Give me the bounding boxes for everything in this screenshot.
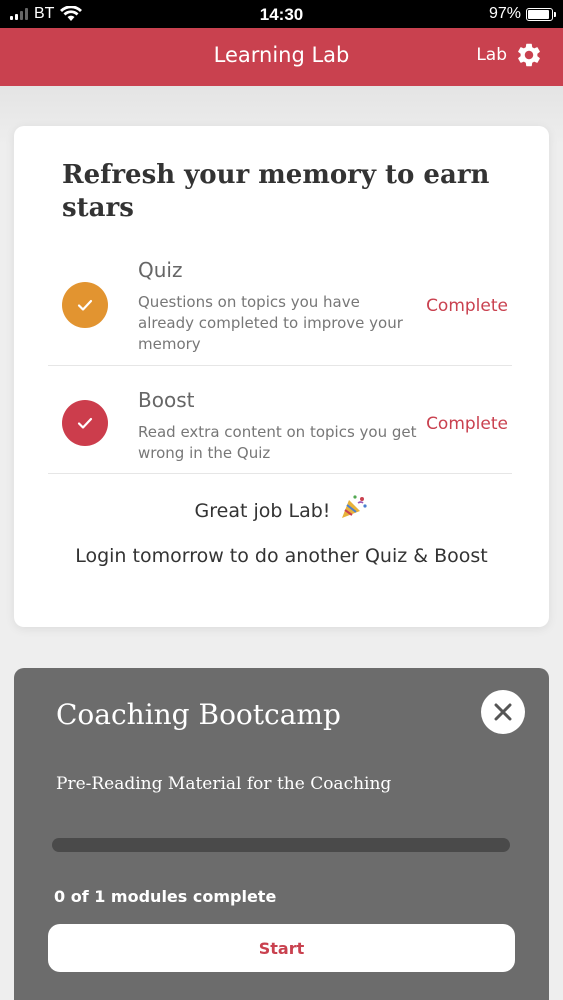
boost-description: Read extra content on topics you get wro…: [138, 423, 417, 462]
settings-button[interactable]: Lab: [476, 41, 543, 69]
quiz-check-icon: [62, 282, 108, 328]
status-right: 97%: [488, 5, 556, 23]
course-progress-bar: [52, 838, 510, 852]
status-bar: BT 14:30 97%: [0, 0, 563, 28]
main-content: Refresh your memory to earn stars Quiz Q…: [0, 86, 563, 1000]
congrats-text: Great job Lab!: [194, 500, 331, 522]
boost-title: Boost: [138, 388, 195, 412]
gear-icon: [518, 43, 540, 67]
quiz-row[interactable]: Quiz Questions on topics you have alread…: [48, 258, 512, 366]
battery-percent: 97%: [488, 5, 521, 22]
congrats-message: Great job Lab!: [14, 494, 549, 525]
modules-complete-label: 0 of 1 modules complete: [54, 887, 277, 906]
login-tomorrow-message: Login tomorrow to do another Quiz & Boos…: [75, 545, 488, 567]
course-title: Coaching Bootcamp: [56, 698, 341, 731]
start-button[interactable]: Start: [48, 924, 515, 972]
quiz-description: Questions on topics you have already com…: [138, 293, 403, 353]
boost-row[interactable]: Boost Read extra content on topics you g…: [48, 388, 512, 474]
course-subtitle: Pre-Reading Material for the Coaching: [56, 774, 392, 794]
battery-icon: [526, 7, 556, 21]
party-popper-icon: [340, 494, 368, 525]
card-title: Refresh your memory to earn stars: [62, 160, 490, 223]
status-time: 14:30: [259, 5, 304, 24]
course-panel: Coaching Bootcamp Pre-Reading Material f…: [14, 668, 549, 1000]
close-button[interactable]: [481, 690, 525, 734]
quiz-status: Complete: [426, 296, 508, 316]
boost-check-icon: [62, 400, 108, 446]
nav-bar: Learning Lab Lab: [0, 28, 563, 86]
boost-status: Complete: [426, 414, 508, 434]
close-icon: [494, 703, 512, 721]
memory-refresh-card: Refresh your memory to earn stars Quiz Q…: [14, 126, 549, 627]
user-name-label: Lab: [476, 45, 507, 65]
quiz-title: Quiz: [138, 258, 183, 282]
